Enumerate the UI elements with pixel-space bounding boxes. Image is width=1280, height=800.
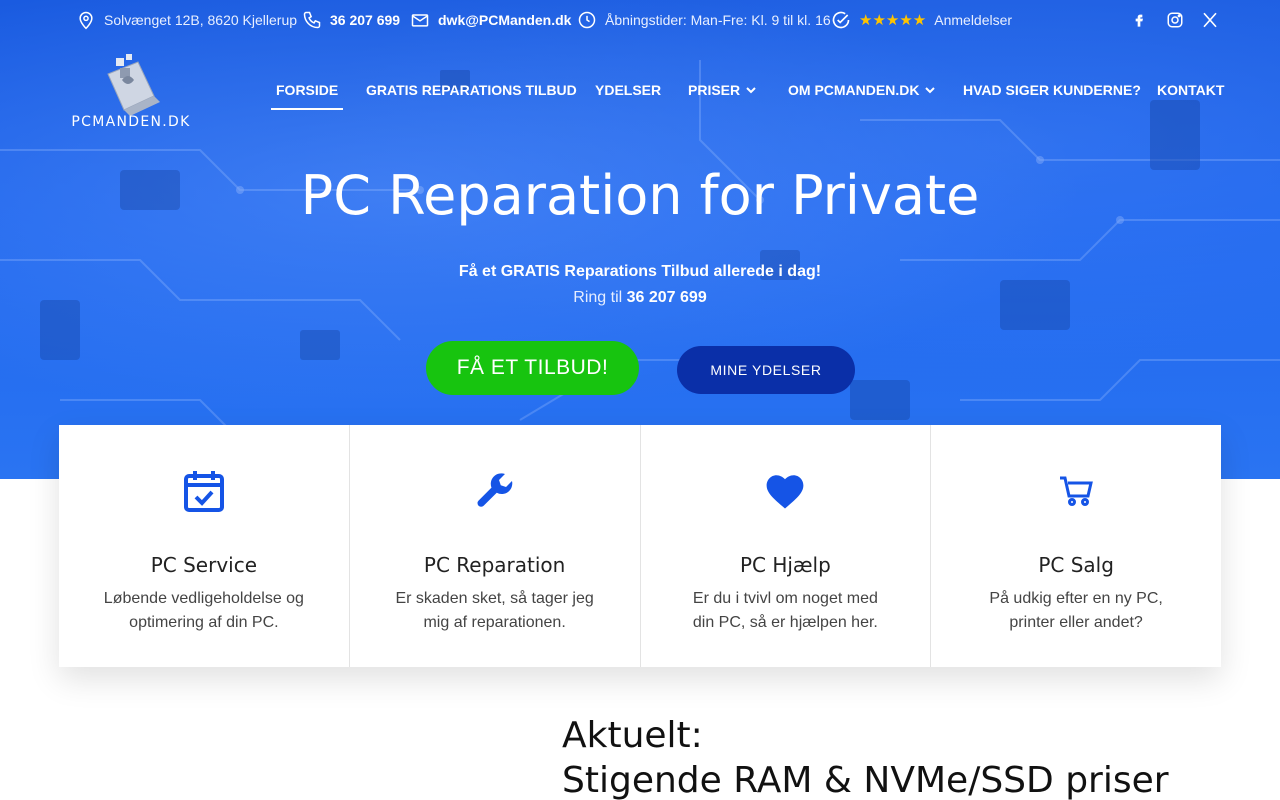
card-pc-service[interactable]: PC Service Løbende vedligeholdelse og op…	[59, 425, 350, 667]
rating-stars: ★★★★★	[859, 12, 927, 29]
check-circle-icon	[832, 11, 850, 29]
facebook-icon[interactable]	[1128, 9, 1150, 31]
card-text: Løbende vedligeholdelse og optimering af…	[103, 590, 304, 631]
reviews-item[interactable]: ★★★★★ Anmeldelser	[831, 10, 1012, 30]
nav-gratis-tilbud-label: GRATIS REPARATIONS TILBUD	[366, 82, 577, 98]
phone-link[interactable]: 36 207 699	[330, 12, 400, 28]
nav-kunder-label: HVAD SIGER KUNDERNE?	[963, 82, 1141, 98]
hero-call-line: Ring til 36 207 699	[0, 289, 1280, 307]
card-pc-reparation[interactable]: PC Reparation Er skaden sket, så tager j…	[350, 425, 641, 667]
email-item[interactable]: dwk@PCManden.dk	[410, 10, 571, 30]
wrench-icon	[477, 473, 512, 507]
top-info-bar: Solvænget 12B, 8620 Kjellerup 36 207 699…	[0, 0, 1280, 40]
address-item: Solvænget 12B, 8620 Kjellerup	[76, 10, 297, 30]
logo-text[interactable]: PCMANDEN.DK	[68, 114, 194, 130]
card-title: PC Reparation	[423, 553, 566, 577]
card-title: PC Salg	[1038, 553, 1114, 577]
hours-text: Åbningstider: Man-Fre: Kl. 9 til kl. 16	[605, 12, 831, 28]
location-pin-icon	[79, 11, 93, 30]
nav-ydelser[interactable]: YDELSER	[595, 82, 661, 98]
x-icon[interactable]	[1199, 9, 1221, 31]
phone-icon	[303, 11, 321, 29]
card-title: PC Hjælp	[739, 553, 831, 577]
instagram-icon[interactable]	[1164, 9, 1186, 31]
card-text: Er du i tvivl om noget med din PC, så er…	[692, 590, 878, 631]
phone-item[interactable]: 36 207 699	[302, 10, 400, 30]
nav-gratis-tilbud[interactable]: GRATIS REPARATIONS TILBUD	[366, 82, 577, 98]
clock-icon	[578, 11, 596, 29]
nav-om-label: OM PCMANDEN.DK	[788, 82, 920, 98]
nav-priser-label: PRISER	[688, 82, 741, 98]
email-link[interactable]: dwk@PCManden.dk	[438, 12, 571, 28]
card-pc-salg[interactable]: PC Salg På udkig efter en ny PC, printer…	[931, 425, 1221, 667]
my-services-button[interactable]: MINE YDELSER	[677, 346, 855, 394]
get-offer-button[interactable]: FÅ ET TILBUD!	[426, 341, 639, 395]
card-text: På udkig efter en ny PC, printer eller a…	[989, 590, 1163, 631]
card-pc-hjaelp[interactable]: PC Hjælp Er du i tvivl om noget med din …	[641, 425, 932, 667]
nav-priser[interactable]: PRISER	[688, 82, 756, 98]
hero-title: PC Reparation for Private	[300, 164, 980, 227]
call-prefix: Ring til	[573, 289, 623, 306]
nav-kontakt-label: KONTAKT	[1157, 82, 1225, 98]
news-title[interactable]: Stigende RAM & NVMe/SSD priser	[562, 760, 1169, 800]
card-title: PC Service	[150, 553, 258, 577]
nav-ydelser-label: YDELSER	[595, 82, 662, 98]
nav-kunder[interactable]: HVAD SIGER KUNDERNE?	[963, 82, 1141, 98]
cart-icon	[1060, 476, 1094, 506]
nav-forside-label: FORSIDE	[276, 82, 339, 98]
nav-om[interactable]: OM PCMANDEN.DK	[788, 82, 936, 98]
hours-item: Åbningstider: Man-Fre: Kl. 9 til kl. 16	[577, 10, 831, 30]
chevron-down-icon	[746, 87, 756, 94]
call-number-link[interactable]: 36 207 699	[627, 289, 707, 306]
reviews-link[interactable]: Anmeldelser	[934, 12, 1012, 28]
card-text: Er skaden sket, så tager jeg mig af repa…	[395, 590, 594, 631]
chevron-down-icon	[925, 87, 936, 94]
service-cards: PC Service Løbende vedligeholdelse og op…	[59, 425, 1221, 667]
address-text: Solvænget 12B, 8620 Kjellerup	[104, 12, 298, 28]
heart-icon	[767, 475, 804, 509]
mail-icon	[411, 14, 429, 27]
nav-kontakt[interactable]: KONTAKT	[1157, 82, 1224, 98]
hero-subtitle: Få et GRATIS Reparations Tilbud allerede…	[458, 263, 822, 280]
hero-section: Solvænget 12B, 8620 Kjellerup 36 207 699…	[0, 0, 1280, 479]
news-heading: Aktuelt:	[562, 715, 703, 756]
nav-forside[interactable]: FORSIDE	[270, 82, 344, 110]
calendar-check-icon	[183, 471, 224, 512]
